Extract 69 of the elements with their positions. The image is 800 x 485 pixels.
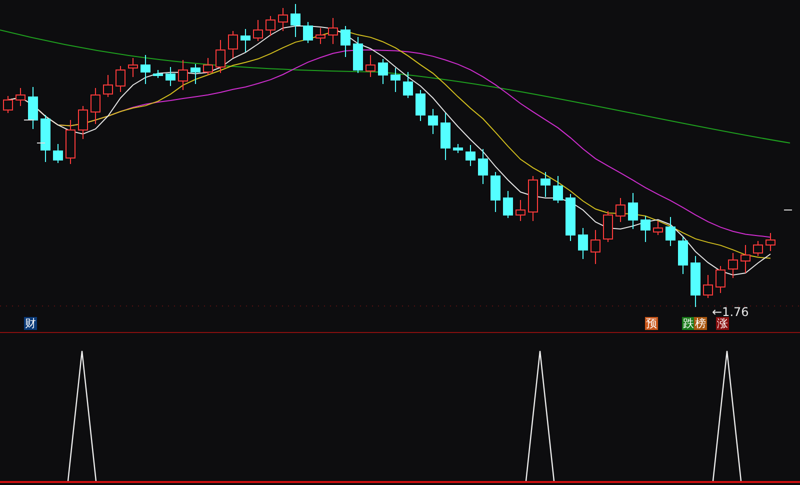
candlestick bbox=[603, 210, 613, 242]
candlestick bbox=[66, 120, 76, 164]
candlestick bbox=[303, 22, 313, 44]
candlestick bbox=[766, 232, 776, 252]
indicator-badge: 跌 bbox=[682, 317, 695, 330]
candlestick bbox=[116, 66, 126, 92]
candlestick bbox=[428, 108, 438, 134]
indicator-badge: 涨 bbox=[716, 317, 729, 330]
candlestick bbox=[578, 228, 588, 260]
candlestick bbox=[453, 144, 463, 154]
candlestick bbox=[416, 90, 426, 122]
indicator-badge: 财 bbox=[24, 317, 37, 330]
candlestick bbox=[78, 106, 88, 140]
candlestick bbox=[366, 54, 376, 78]
candlestick bbox=[553, 176, 563, 204]
candlestick bbox=[516, 200, 526, 222]
candlestick bbox=[653, 220, 663, 236]
candlestick bbox=[166, 66, 176, 86]
candlestick bbox=[103, 74, 113, 98]
candlestick bbox=[378, 58, 388, 84]
candlestick bbox=[240, 28, 250, 52]
candlestick bbox=[228, 30, 238, 58]
candlestick bbox=[353, 36, 363, 74]
candlestick bbox=[690, 256, 700, 308]
candlestick bbox=[278, 8, 288, 32]
candlestick bbox=[390, 68, 400, 92]
candlestick bbox=[216, 40, 226, 74]
candlestick bbox=[140, 54, 150, 84]
candlestick bbox=[590, 230, 600, 264]
candlestick bbox=[53, 144, 63, 164]
price-marker bbox=[36, 142, 46, 144]
candlestick bbox=[178, 60, 188, 90]
candlestick bbox=[540, 172, 550, 198]
low-price-label: ←1.76 bbox=[712, 305, 749, 319]
candlestick bbox=[203, 58, 213, 76]
candlestick bbox=[740, 244, 750, 274]
candlestick bbox=[616, 198, 626, 222]
indicator-badge: 榜 bbox=[694, 317, 707, 330]
candlestick bbox=[628, 192, 638, 230]
candlestick bbox=[466, 144, 476, 166]
candlestick bbox=[328, 18, 338, 44]
candlestick bbox=[528, 176, 538, 222]
candlestick bbox=[3, 96, 13, 114]
candlestick bbox=[666, 216, 676, 246]
candlestick bbox=[90, 88, 100, 124]
candlestick bbox=[703, 274, 713, 298]
indicator-badge: 预 bbox=[645, 317, 658, 330]
candlestick bbox=[403, 72, 413, 98]
candlestick bbox=[478, 148, 488, 184]
candlestick bbox=[316, 28, 326, 44]
candlestick bbox=[640, 216, 650, 242]
candlestick bbox=[678, 236, 688, 274]
candlestick bbox=[566, 194, 576, 242]
candlestick bbox=[16, 88, 26, 106]
candlestick bbox=[266, 16, 276, 36]
candlestick bbox=[128, 58, 138, 78]
candlestick bbox=[290, 4, 300, 38]
candlestick bbox=[716, 266, 726, 294]
candlestick bbox=[190, 64, 200, 84]
candlestick bbox=[40, 114, 50, 162]
candlestick bbox=[490, 172, 500, 212]
candlestick bbox=[153, 70, 163, 78]
candlestick bbox=[253, 20, 263, 42]
candlestick bbox=[440, 112, 450, 160]
candlestick bbox=[503, 190, 513, 218]
candlestick bbox=[728, 252, 738, 278]
candlestick bbox=[753, 240, 763, 256]
candlestick bbox=[340, 26, 350, 58]
candlestick bbox=[28, 86, 38, 130]
